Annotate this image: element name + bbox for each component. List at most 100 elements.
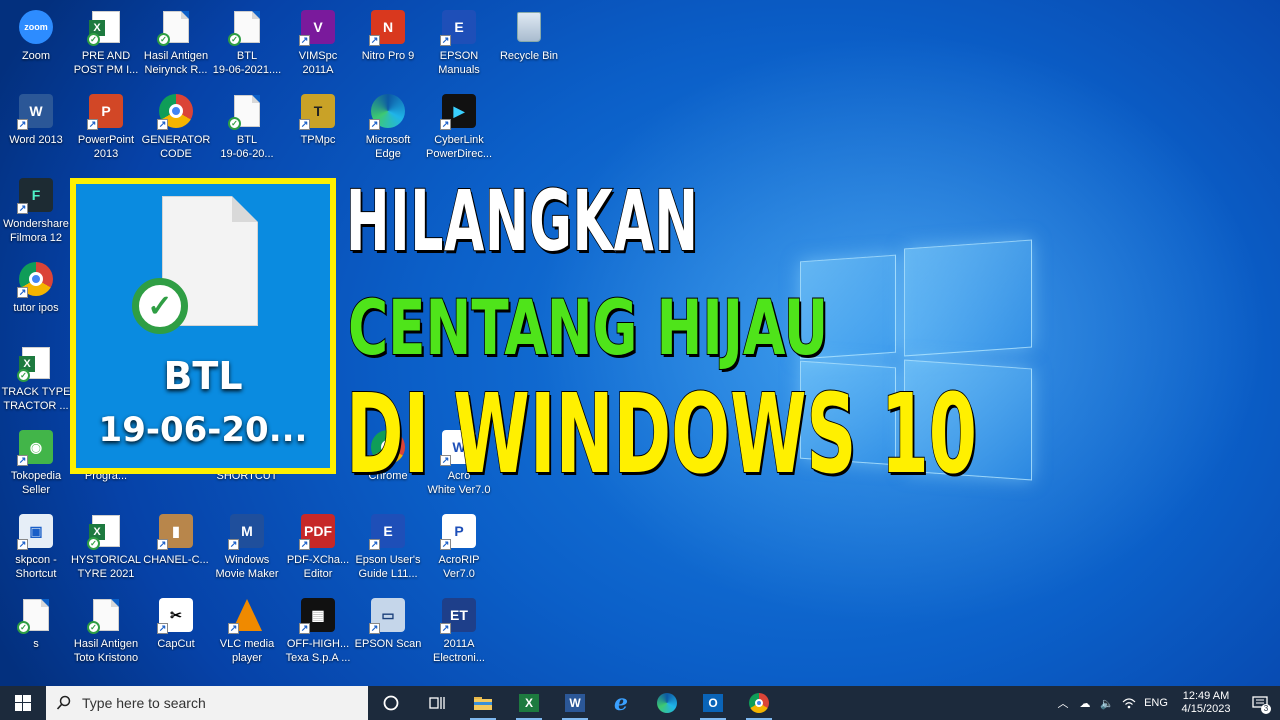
desktop-icon-label: Epson User's Guide L11... [355, 554, 421, 580]
volume-button[interactable]: 🔈 [1096, 686, 1118, 720]
desktop-icon[interactable]: M ↗ Windows Movie Maker [211, 506, 283, 584]
desktop-icon-label: Nitro Pro 9 [361, 50, 415, 62]
excel-file-icon: X ✓ [17, 344, 55, 382]
epson-guide-icon: E ↗ [369, 512, 407, 550]
taskbar-search-box[interactable]: Type here to search [46, 686, 368, 720]
desktop-icon[interactable]: ◉ ↗ Tokopedia Seller [0, 422, 72, 500]
excel-file-icon: X ✓ [87, 8, 125, 46]
desktop-icon[interactable]: ↗ GENERATOR CODE [140, 86, 212, 164]
windows-start-icon [15, 695, 31, 711]
desktop-icon-label: TRACK TYPE TRACTOR ... [1, 386, 71, 412]
powerdirector-icon: ▶ ↗ [440, 92, 478, 130]
desktop-icon[interactable]: zoom Zoom [0, 2, 72, 80]
desktop-icon-label: VIMSpc 2011A [298, 50, 338, 76]
shortcut-arrow-icon: ↗ [299, 539, 310, 550]
desktop-icon[interactable]: ✓ s [0, 590, 72, 668]
show-hidden-icons-button[interactable]: ︿ [1052, 686, 1074, 720]
cortana-icon [383, 695, 399, 711]
desktop-icon[interactable]: E ↗ EPSON Manuals [423, 2, 495, 80]
desktop-icon[interactable]: ✓ Hasil Antigen Neirynck R... [140, 2, 212, 80]
document-icon: ✓ [157, 8, 195, 46]
folder-icon [474, 697, 492, 710]
shortcut-arrow-icon: ↗ [228, 623, 239, 634]
desktop-icon-label: AcroRIP Ver7.0 [438, 554, 480, 580]
desktop-icon[interactable]: ✂ ↗ CapCut [140, 590, 212, 668]
network-button[interactable] [1118, 686, 1140, 720]
acrorip-icon: P ↗ [440, 512, 478, 550]
onedrive-button[interactable]: ☁ [1074, 686, 1096, 720]
desktop-icon[interactable]: ✓ BTL 19-06-20... [211, 86, 283, 164]
electronic-icon: ET ↗ [440, 596, 478, 634]
desktop-icon[interactable]: ✓ BTL 19-06-2021.... [211, 2, 283, 80]
desktop-icon[interactable]: X ✓ TRACK TYPE TRACTOR ... [0, 338, 72, 416]
desktop-icon-label: VLC media player [219, 638, 275, 664]
desktop-icon-label: PRE AND POST PM I... [73, 50, 139, 76]
desktop-icon-label: Wondershare Filmora 12 [3, 218, 69, 244]
desktop-icon-label: tutor ipos [13, 302, 59, 314]
desktop-icon[interactable]: X ✓ PRE AND POST PM I... [70, 2, 142, 80]
desktop-icon[interactable]: ▭ ↗ EPSON Scan [352, 590, 424, 668]
desktop-icon[interactable]: E ↗ Epson User's Guide L11... [352, 506, 424, 584]
document-icon: ✓ [228, 8, 266, 46]
desktop-icon[interactable]: X ✓ HYSTORICAL TYRE 2021 [70, 506, 142, 584]
taskbar-edge[interactable] [644, 686, 690, 720]
start-button[interactable] [0, 686, 46, 720]
document-icon: ✓ [17, 596, 55, 634]
movie-maker-icon: M ↗ [228, 512, 266, 550]
desktop-icon[interactable]: Recycle Bin [493, 2, 565, 80]
taskbar-internet-explorer[interactable]: e [598, 686, 644, 720]
desktop-icon[interactable]: V ↗ VIMSpc 2011A [282, 2, 354, 80]
zoomed-file-name: BTL [163, 354, 243, 398]
nitro-pdf-icon: N ↗ [369, 8, 407, 46]
task-view-button[interactable] [414, 686, 460, 720]
desktop-icon[interactable]: ▶ ↗ CyberLink PowerDirec... [423, 86, 495, 164]
shortcut-arrow-icon: ↗ [157, 539, 168, 550]
taskbar-excel[interactable]: X [506, 686, 552, 720]
shortcut-arrow-icon: ↗ [369, 35, 380, 46]
taskbar-word[interactable]: W [552, 686, 598, 720]
desktop-icon-label: CHANEL-C... [143, 554, 209, 566]
shortcut-arrow-icon: ↗ [157, 623, 168, 634]
shortcut-arrow-icon: ↗ [299, 623, 310, 634]
search-icon [56, 695, 71, 710]
zoomed-file-highlight: ✓ BTL 19-06-20... [70, 178, 336, 474]
desktop-icon[interactable]: PDF ↗ PDF-XCha... Editor [282, 506, 354, 584]
desktop-icon-label: BTL 19-06-2021.... [212, 50, 282, 76]
desktop-icon[interactable]: ✓ Hasil Antigen Toto Kristono [70, 590, 142, 668]
clock-button[interactable]: 12:49 AM 4/15/2023 [1172, 690, 1240, 716]
chrome-icon: ↗ [157, 92, 195, 130]
desktop-icon[interactable]: ↗ VLC media player [211, 590, 283, 668]
desktop-icon[interactable]: ET ↗ 2011A Electroni... [423, 590, 495, 668]
desktop-icon[interactable]: T ↗ TPMpc [282, 86, 354, 164]
desktop-icon-label: HYSTORICAL TYRE 2021 [70, 554, 142, 580]
zoomed-file-date: 19-06-20... [98, 410, 308, 450]
desktop-icon-label: s [33, 638, 39, 650]
desktop-icon[interactable]: P ↗ AcroRIP Ver7.0 [423, 506, 495, 584]
desktop-icon[interactable]: W ↗ Word 2013 [0, 86, 72, 164]
vimspc-icon: V ↗ [299, 8, 337, 46]
desktop-icon-label: 2011A Electroni... [433, 638, 485, 664]
desktop-icon[interactable]: F ↗ Wondershare Filmora 12 [0, 170, 72, 248]
desktop-icon[interactable]: ▣ ↗ skpcon - Shortcut [0, 506, 72, 584]
cortana-button[interactable] [368, 686, 414, 720]
wifi-icon [1122, 698, 1136, 709]
capcut-icon: ✂ ↗ [157, 596, 195, 634]
desktop-icon[interactable]: ▮ ↗ CHANEL-C... [140, 506, 212, 584]
taskbar-file-explorer[interactable] [460, 686, 506, 720]
desktop-icon-label: Tokopedia Seller [10, 470, 62, 496]
desktop-icon-label: EPSON Scan [354, 638, 422, 650]
action-center-button[interactable]: 3 [1240, 686, 1280, 720]
desktop-icon[interactable]: P ↗ PowerPoint 2013 [70, 86, 142, 164]
chrome-icon [749, 693, 769, 713]
chrome-icon: ↗ [17, 260, 55, 298]
desktop-icon[interactable]: ↗ Microsoft Edge [352, 86, 424, 164]
input-language-button[interactable]: ENG [1140, 686, 1172, 720]
desktop-icon[interactable]: ▦ ↗ OFF-HIGH... Texa S.p.A ... [282, 590, 354, 668]
shortcut-arrow-icon: ↗ [299, 119, 310, 130]
desktop-icon[interactable]: N ↗ Nitro Pro 9 [352, 2, 424, 80]
taskbar-chrome[interactable] [736, 686, 782, 720]
pdf-xchange-icon: PDF ↗ [299, 512, 337, 550]
desktop-icon-label: Microsoft Edge [365, 134, 411, 160]
desktop-icon[interactable]: ↗ tutor ipos [0, 254, 72, 332]
taskbar-outlook[interactable]: O [690, 686, 736, 720]
